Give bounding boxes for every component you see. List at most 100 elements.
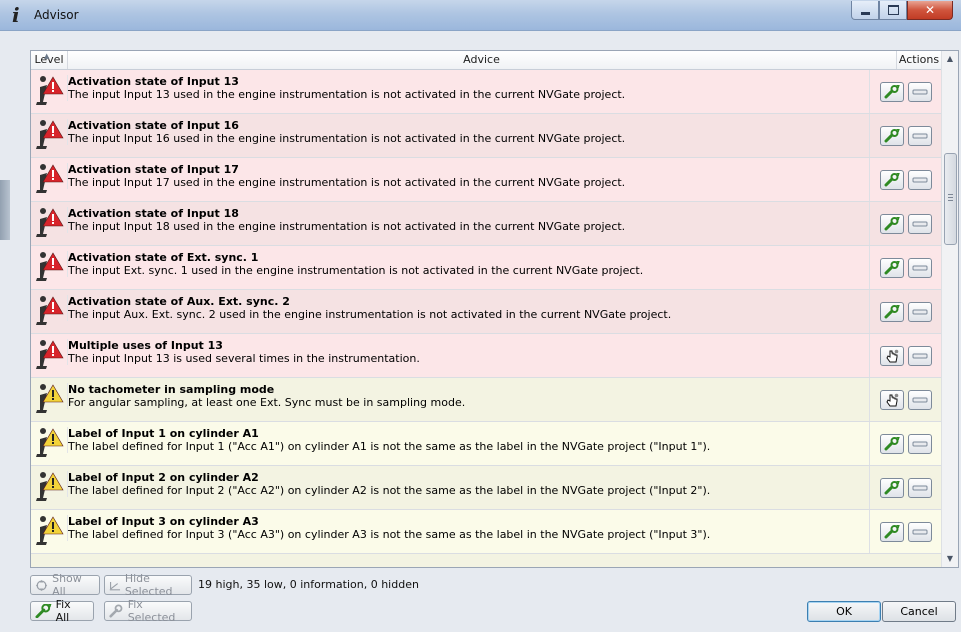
advice-cell: Multiple uses of Input 13 The input Input… [67, 339, 894, 365]
table-row[interactable]: Activation state of Input 17 The input In… [31, 158, 941, 202]
high-warning-icon [34, 118, 66, 152]
advice-description: For angular sampling, at least one Ext. … [68, 396, 466, 409]
advice-cell: Label of Input 2 on cylinder A2 The label… [67, 471, 894, 497]
fix-button[interactable] [880, 477, 904, 498]
hide-button[interactable] [908, 125, 932, 146]
table-row[interactable]: Activation state of Aux. Ext. sync. 2 The… [31, 290, 941, 334]
table-row[interactable]: Label of Input 3 on cylinder A3 The label… [31, 510, 941, 554]
actions-cell [869, 246, 942, 289]
fix-button[interactable] [880, 257, 904, 278]
window-title: Advisor [34, 8, 79, 22]
fix-wrench-icon [884, 304, 900, 318]
fix-button[interactable] [880, 213, 904, 234]
sort-indicator-icon: ▲ [44, 52, 50, 60]
fix-button[interactable] [880, 433, 904, 454]
hide-button[interactable] [908, 389, 932, 410]
vertical-scrollbar[interactable]: ▲ ▼ [941, 51, 958, 567]
hide-button[interactable] [908, 433, 932, 454]
close-button[interactable]: ✕ [907, 1, 953, 20]
column-header-advice[interactable]: Advice [67, 51, 897, 69]
advice-cell: Activation state of Input 18 The input In… [67, 207, 894, 233]
high-warning-icon [34, 338, 66, 372]
column-header-actions[interactable]: Actions [897, 51, 941, 69]
hide-selected-button[interactable]: Hide Selected [104, 572, 192, 598]
scroll-up-arrow-icon[interactable]: ▲ [942, 51, 958, 67]
fix-wrench-icon [884, 216, 900, 230]
manual-fix-button[interactable] [880, 389, 904, 410]
fix-wrench-icon [884, 436, 900, 450]
fix-wrench-icon [884, 480, 900, 494]
hide-dash-icon [912, 177, 928, 182]
hide-dash-icon [912, 441, 928, 446]
table-row-partial[interactable] [31, 554, 941, 567]
hide-button[interactable] [908, 81, 932, 102]
fix-wrench-icon [884, 524, 900, 538]
hide-button[interactable] [908, 477, 932, 498]
advice-cell: Label of Input 3 on cylinder A3 The label… [67, 515, 894, 541]
hide-dash-icon [912, 485, 928, 490]
hide-dash-icon [912, 309, 928, 314]
actions-cell [869, 114, 942, 157]
advice-cell: Activation state of Aux. Ext. sync. 2 The… [67, 295, 894, 321]
actions-cell [869, 378, 942, 421]
actions-cell [869, 422, 942, 465]
scroll-down-arrow-icon[interactable]: ▼ [942, 551, 958, 567]
cancel-button[interactable]: Cancel [882, 601, 956, 622]
table-row[interactable]: Activation state of Input 18 The input In… [31, 202, 941, 246]
manual-fix-button[interactable] [880, 345, 904, 366]
advice-description: The label defined for Input 3 ("Acc A3")… [68, 528, 711, 541]
table-row[interactable]: No tachometer in sampling mode For angula… [31, 378, 941, 422]
table-row[interactable]: Label of Input 1 on cylinder A1 The label… [31, 422, 941, 466]
table-row[interactable]: Activation state of Input 16 The input In… [31, 114, 941, 158]
high-warning-icon [34, 74, 66, 108]
table-row[interactable]: Multiple uses of Input 13 The input Input… [31, 334, 941, 378]
hide-button[interactable] [908, 169, 932, 190]
actions-cell [869, 334, 942, 377]
hide-button[interactable] [908, 301, 932, 322]
actions-cell [869, 70, 942, 113]
hide-button[interactable] [908, 213, 932, 234]
advice-cell: Activation state of Input 16 The input In… [67, 119, 894, 145]
high-warning-icon [34, 206, 66, 240]
table-row[interactable]: Activation state of Ext. sync. 1 The inpu… [31, 246, 941, 290]
high-warning-icon [34, 162, 66, 196]
actions-cell [869, 202, 942, 245]
minimize-button[interactable] [851, 1, 879, 20]
advice-description: The input Input 18 used in the engine in… [68, 220, 626, 233]
advice-title: Activation state of Input 18 [68, 207, 239, 220]
fix-wrench-icon [35, 604, 52, 618]
advice-description: The label defined for Input 1 ("Acc A1")… [68, 440, 711, 453]
fix-selected-button[interactable]: Fix Selected [104, 598, 192, 624]
hide-dash-icon [912, 265, 928, 270]
scroll-thumb[interactable] [944, 153, 957, 245]
fix-button[interactable] [880, 301, 904, 322]
advice-title: Label of Input 1 on cylinder A1 [68, 427, 259, 440]
table-row[interactable]: Label of Input 2 on cylinder A2 The label… [31, 466, 941, 510]
ok-button[interactable]: OK [807, 601, 881, 622]
maximize-button[interactable] [879, 1, 907, 20]
advice-description: The input Aux. Ext. sync. 2 used in the … [68, 308, 672, 321]
table-row[interactable]: Activation state of Input 13 The input In… [31, 70, 941, 114]
low-warning-icon [34, 470, 66, 504]
fix-button[interactable] [880, 125, 904, 146]
advice-cell: Activation state of Input 13 The input In… [67, 75, 894, 101]
fix-all-button[interactable]: Fix All [30, 598, 94, 624]
show-all-button[interactable]: Show All [30, 572, 100, 598]
advice-title: No tachometer in sampling mode [68, 383, 275, 396]
advice-rows: Activation state of Input 13 The input In… [31, 70, 941, 567]
hide-dash-icon [912, 89, 928, 94]
column-header-level[interactable]: ▲ Level [31, 51, 68, 69]
hide-button[interactable] [908, 521, 932, 542]
hide-button[interactable] [908, 257, 932, 278]
advice-description: The input Input 17 used in the engine in… [68, 176, 626, 189]
advice-title: Activation state of Aux. Ext. sync. 2 [68, 295, 290, 308]
title-bar[interactable]: i Advisor ✕ [0, 0, 961, 31]
table-header: ▲ Level Advice Actions [31, 51, 941, 70]
fix-button[interactable] [880, 521, 904, 542]
hide-selected-icon [109, 581, 121, 590]
hide-dash-icon [912, 221, 928, 226]
hide-button[interactable] [908, 345, 932, 366]
actions-cell [869, 290, 942, 333]
fix-button[interactable] [880, 169, 904, 190]
fix-button[interactable] [880, 81, 904, 102]
